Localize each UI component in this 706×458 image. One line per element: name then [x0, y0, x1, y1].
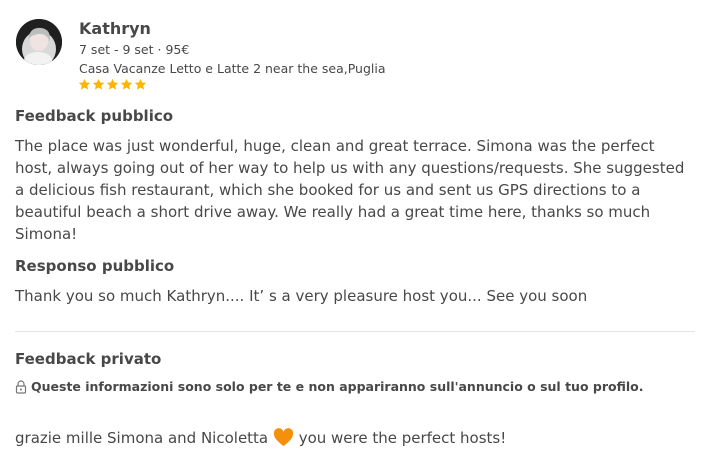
stay-dates-price: 7 set - 9 set · 95€	[79, 42, 190, 57]
privacy-note: Queste informazioni sono solo per te e n…	[15, 379, 643, 394]
divider	[15, 331, 695, 332]
star-rating	[78, 78, 147, 91]
public-response-text: Thank you so much Kathryn.... It’ s a ve…	[15, 287, 588, 305]
star-icon	[92, 78, 105, 90]
star-icon	[78, 78, 91, 90]
private-feedback-title: Feedback privato	[15, 350, 162, 368]
public-response-title: Responso pubblico	[15, 257, 175, 275]
privacy-note-text: Queste informazioni sono solo per te e n…	[31, 379, 644, 394]
private-feedback-text-start: grazie mille Simona and Nicoletta	[15, 429, 269, 447]
lock-icon	[15, 379, 27, 394]
private-feedback-text-end: you were the perfect hosts!	[298, 429, 507, 447]
avatar[interactable]	[16, 19, 62, 65]
star-icon	[106, 78, 119, 90]
avatar-photo	[16, 19, 62, 65]
public-feedback-text: The place was just wonderful, huge, clea…	[15, 137, 685, 243]
orange-heart-icon	[273, 428, 294, 447]
star-icon	[120, 78, 133, 90]
private-feedback-text: grazie mille Simona and Nicoletta you we…	[15, 427, 506, 449]
listing-name: Casa Vacanze Letto e Latte 2 near the se…	[79, 61, 386, 76]
reviewer-name[interactable]: Kathryn	[79, 19, 151, 38]
review-card: Kathryn 7 set - 9 set · 95€ Casa Vacanze…	[0, 0, 706, 458]
public-feedback-title: Feedback pubblico	[15, 107, 174, 125]
star-icon	[134, 78, 147, 90]
